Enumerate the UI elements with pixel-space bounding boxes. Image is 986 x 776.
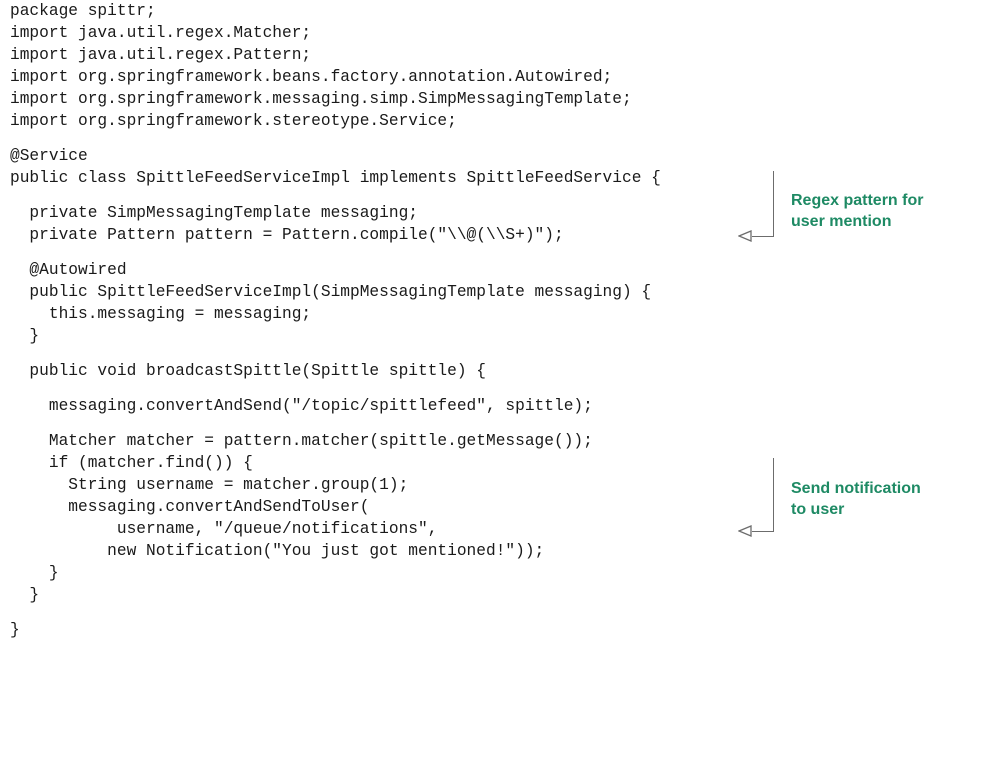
code-line: @Autowired <box>10 261 127 279</box>
code-line: messaging.convertAndSendToUser( <box>10 498 370 516</box>
code-line: import java.util.regex.Pattern; <box>10 46 312 64</box>
code-line: import org.springframework.beans.factory… <box>10 68 613 86</box>
code-line: Matcher matcher = pattern.matcher(spittl… <box>10 432 593 450</box>
code-line: import org.springframework.stereotype.Se… <box>10 112 457 130</box>
code-line: import java.util.regex.Matcher; <box>10 24 312 42</box>
code-line: package spittr; <box>10 2 156 20</box>
code-line: private SimpMessagingTemplate messaging; <box>10 204 418 222</box>
code-line: if (matcher.find()) { <box>10 454 253 472</box>
code-line: public class SpittleFeedServiceImpl impl… <box>10 169 661 187</box>
code-line: @Service <box>10 147 88 165</box>
code-line: } <box>10 327 40 345</box>
code-line: public SpittleFeedServiceImpl(SimpMessag… <box>10 283 652 301</box>
annotation-leader-line <box>752 236 774 237</box>
annotation-send-notification: Send notification to user <box>791 480 921 518</box>
code-line: String username = matcher.group(1); <box>10 476 409 494</box>
code-line: } <box>10 621 20 639</box>
annotation-leader-line <box>752 531 774 532</box>
code-line: username, "/queue/notifications", <box>10 520 438 538</box>
annotation-regex-pattern: Regex pattern for user mention <box>791 192 924 230</box>
code-line: this.messaging = messaging; <box>10 305 312 323</box>
code-line: import org.springframework.messaging.sim… <box>10 90 632 108</box>
code-line: messaging.convertAndSend("/topic/spittle… <box>10 397 593 415</box>
code-listing: package spittr; import java.util.regex.M… <box>0 0 986 776</box>
code-line: private Pattern pattern = Pattern.compil… <box>10 226 564 244</box>
code-line: new Notification("You just got mentioned… <box>10 542 545 560</box>
code-line: } <box>10 564 59 582</box>
code-line: } <box>10 586 40 604</box>
code-line: public void broadcastSpittle(Spittle spi… <box>10 362 486 380</box>
